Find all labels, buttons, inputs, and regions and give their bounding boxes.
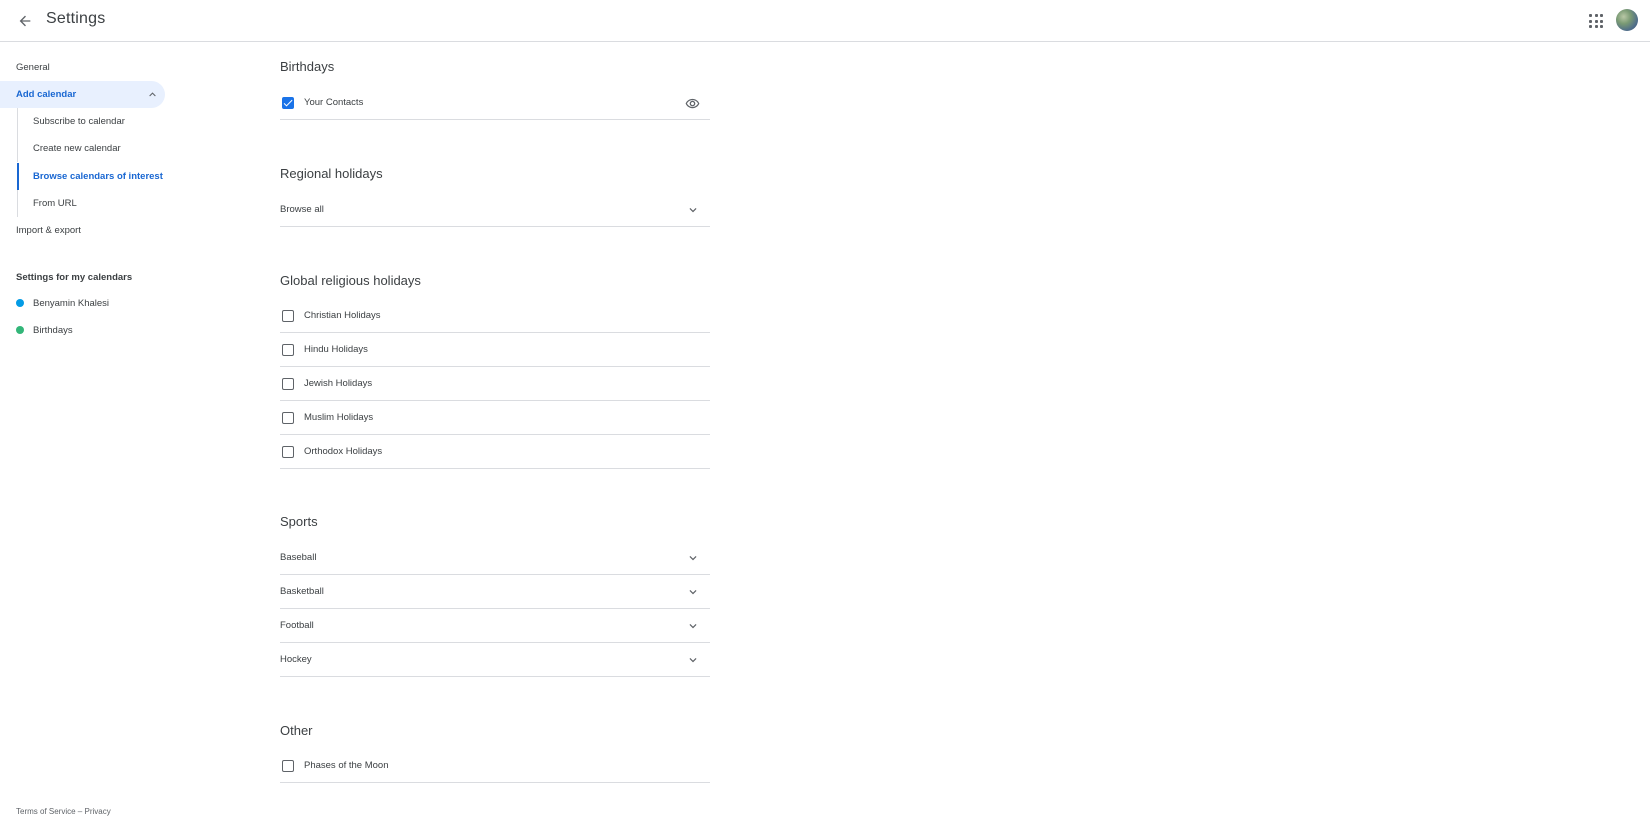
list-item-football[interactable]: Football xyxy=(280,609,710,643)
sidebar-calendar-birthdays[interactable]: Birthdays xyxy=(0,317,165,343)
calendar-color-dot xyxy=(16,299,24,307)
list-item-your-contacts: Your Contacts xyxy=(280,86,710,120)
chevron-down-icon xyxy=(689,208,697,213)
privacy-link[interactable]: Privacy xyxy=(84,807,110,816)
list-item-label: Muslim Holidays xyxy=(304,412,374,423)
list-item-jewish: Jewish Holidays xyxy=(280,367,710,401)
list-item-label: Christian Holidays xyxy=(304,310,381,321)
avatar[interactable] xyxy=(1616,9,1638,31)
sidebar-subitem-subscribe[interactable]: Subscribe to calendar xyxy=(17,108,167,135)
christian-holidays-checkbox[interactable] xyxy=(282,309,294,322)
list-item-label: Browse all xyxy=(280,204,324,215)
hindu-holidays-checkbox[interactable] xyxy=(282,343,294,356)
sidebar-item-label: Import & export xyxy=(16,225,81,236)
list-item-orthodox: Orthodox Holidays xyxy=(280,435,710,469)
sidebar-item-general[interactable]: General xyxy=(0,54,165,81)
jewish-holidays-checkbox[interactable] xyxy=(282,377,294,390)
eye-icon[interactable] xyxy=(685,96,700,111)
calendar-name: Birthdays xyxy=(33,324,73,336)
section-title-religious: Global religious holidays xyxy=(280,273,421,288)
section-title-other: Other xyxy=(280,723,313,738)
list-item-label: Phases of the Moon xyxy=(304,760,389,771)
list-item-label: Orthodox Holidays xyxy=(304,446,383,457)
list-item-baseball[interactable]: Baseball xyxy=(280,541,710,575)
calendar-color-dot xyxy=(16,326,24,334)
list-item-label: Hindu Holidays xyxy=(304,344,368,355)
sidebar-subitem-label: From URL xyxy=(33,198,77,209)
section-title-birthdays: Birthdays xyxy=(280,59,335,74)
sidebar-item-label: Add calendar xyxy=(16,89,77,100)
moon-phases-checkbox[interactable] xyxy=(282,759,294,772)
sidebar-subitem-label: Create new calendar xyxy=(33,143,121,154)
list-item-label: Football xyxy=(280,620,314,631)
top-bar: Settings xyxy=(0,0,1650,42)
apps-grid-icon xyxy=(1589,14,1592,17)
calendar-name: Benyamin Khalesi xyxy=(33,297,110,309)
terms-link[interactable]: Terms of Service xyxy=(16,807,76,816)
list-item-label: Jewish Holidays xyxy=(304,378,373,389)
page-title: Settings xyxy=(46,10,106,27)
list-item-label: Your Contacts xyxy=(304,97,364,108)
my-calendars-heading: Settings for my calendars xyxy=(16,272,133,283)
arrow-back-icon xyxy=(19,15,31,27)
section-title-sports: Sports xyxy=(280,514,318,529)
sidebar-item-label: General xyxy=(16,62,50,73)
list-item-hindu: Hindu Holidays xyxy=(280,333,710,367)
list-item-hockey[interactable]: Hockey xyxy=(280,643,710,677)
list-item-basketball[interactable]: Basketball xyxy=(280,575,710,609)
sidebar-calendar-benyamin[interactable]: Benyamin Khalesi xyxy=(0,290,165,316)
your-contacts-checkbox[interactable] xyxy=(282,96,294,109)
section-title-regional: Regional holidays xyxy=(280,166,383,181)
sidebar-item-add-calendar[interactable]: Add calendar xyxy=(0,81,165,108)
checkmark-icon xyxy=(283,99,293,106)
list-item-label: Hockey xyxy=(280,654,312,665)
sidebar-subitem-create-new[interactable]: Create new calendar xyxy=(17,135,167,162)
list-item-muslim: Muslim Holidays xyxy=(280,401,710,435)
apps-grid-button[interactable] xyxy=(1585,10,1607,32)
back-button[interactable] xyxy=(12,8,38,34)
sidebar: General Add calendar Subscribe to calend… xyxy=(0,42,170,822)
chevron-down-icon xyxy=(689,556,697,561)
sidebar-subitem-label: Subscribe to calendar xyxy=(33,116,125,127)
list-item-label: Baseball xyxy=(280,552,317,563)
muslim-holidays-checkbox[interactable] xyxy=(282,411,294,424)
chevron-down-icon xyxy=(689,590,697,595)
sidebar-subitem-browse-interest[interactable]: Browse calendars of interest xyxy=(17,163,167,190)
list-item-moon-phases: Phases of the Moon xyxy=(280,749,710,783)
list-item-browse-all[interactable]: Browse all xyxy=(280,193,710,227)
sidebar-item-import-export[interactable]: Import & export xyxy=(0,217,165,244)
sidebar-subitem-label: Browse calendars of interest xyxy=(33,171,163,182)
chevron-down-icon xyxy=(689,624,697,629)
chevron-up-icon xyxy=(149,92,156,97)
list-item-christian: Christian Holidays xyxy=(280,299,710,333)
orthodox-holidays-checkbox[interactable] xyxy=(282,445,294,458)
list-item-label: Basketball xyxy=(280,586,324,597)
sidebar-subitem-from-url[interactable]: From URL xyxy=(17,190,167,217)
chevron-down-icon xyxy=(689,658,697,663)
footer: Terms of Service – Privacy xyxy=(16,807,111,816)
